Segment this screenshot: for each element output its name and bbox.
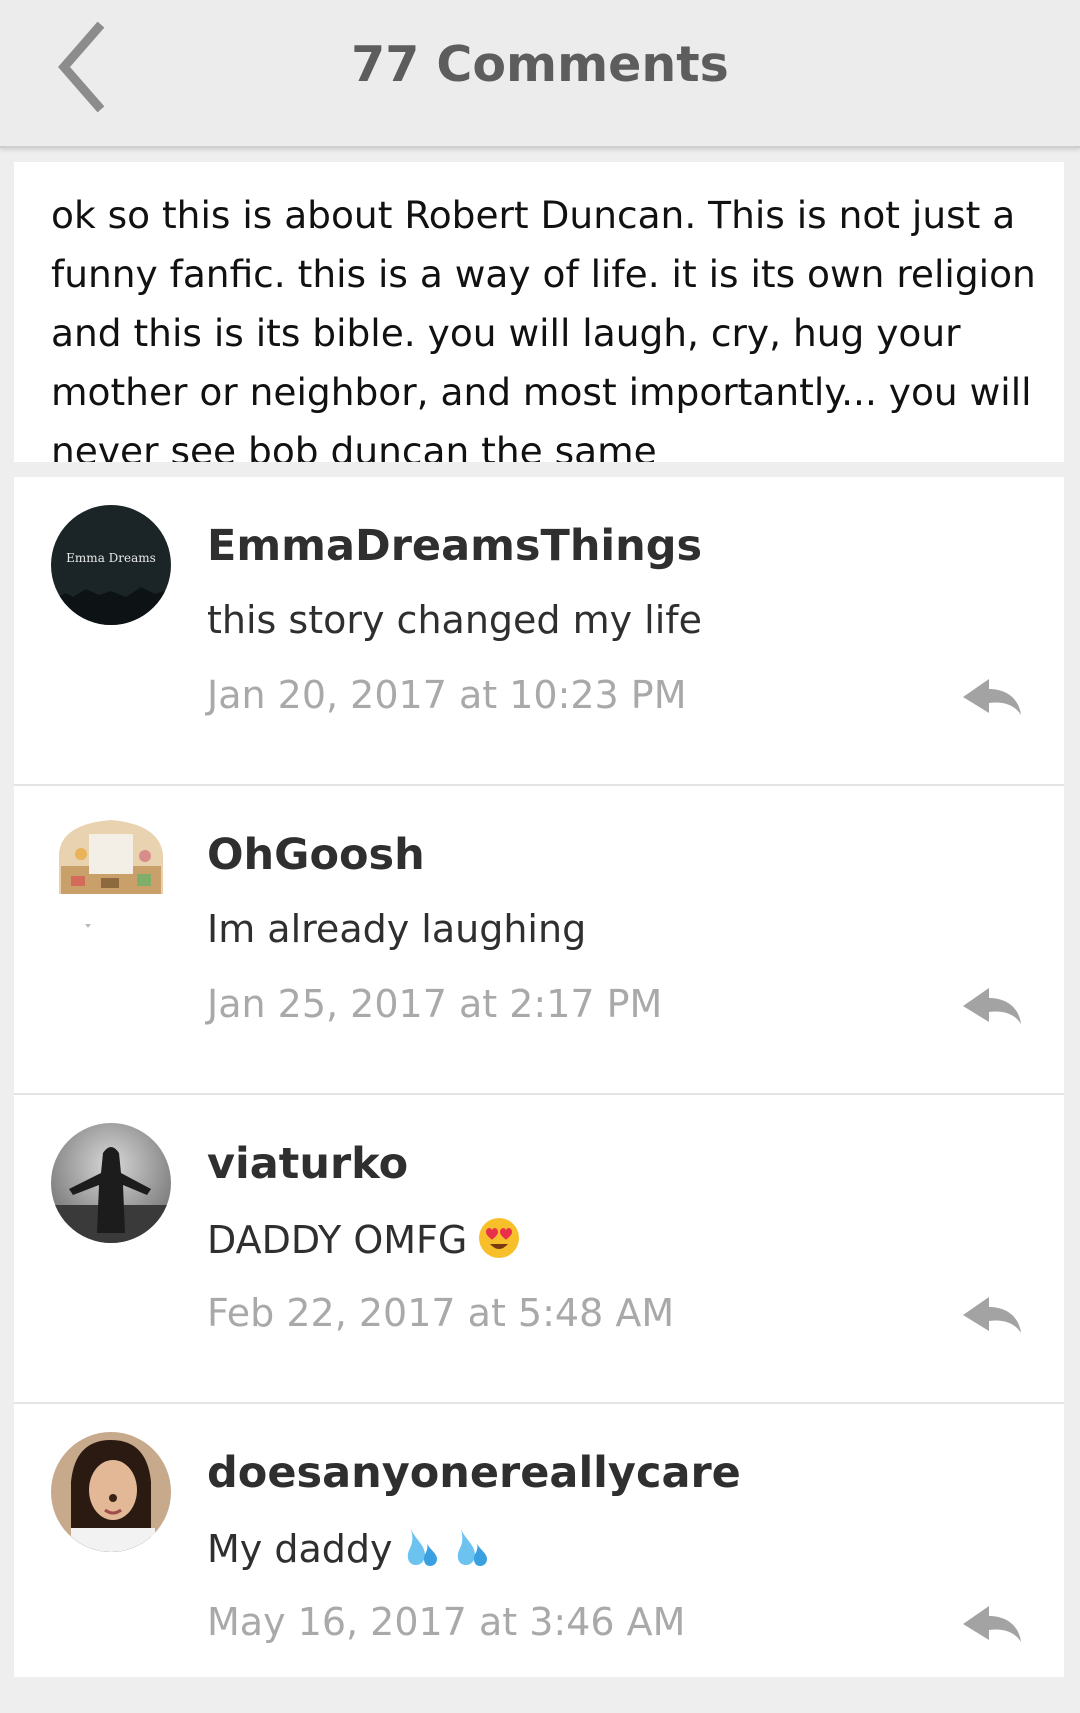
avatar-image-ohgoosh <box>51 814 171 934</box>
comment-text: My daddy <box>207 1525 493 1578</box>
comment-item: doesanyonereallycare My daddy May 16, 20… <box>14 1404 1064 1713</box>
avatar-image-doesanyonereallycare <box>51 1432 171 1552</box>
comment-username[interactable]: EmmaDreamsThings <box>207 521 702 571</box>
comment-username[interactable]: OhGoosh <box>207 830 425 880</box>
reply-button[interactable] <box>959 982 1025 1030</box>
avatar[interactable] <box>51 1123 171 1243</box>
comment-username[interactable]: viaturko <box>207 1139 408 1189</box>
comment-item: viaturko DADDY OMFG Feb 22, 2017 at 5:48… <box>14 1095 1064 1404</box>
reply-icon <box>963 1297 1021 1333</box>
avatar-image-viaturko <box>51 1123 171 1243</box>
page-title: 77 Comments <box>351 36 729 93</box>
comment-timestamp: Feb 22, 2017 at 5:48 AM <box>207 1291 675 1335</box>
comment-text: Im already laughing <box>207 907 586 951</box>
reply-button[interactable] <box>959 673 1025 721</box>
reply-icon <box>963 1606 1021 1642</box>
story-description-card: ok so this is about Robert Duncan. This … <box>14 162 1064 462</box>
avatar[interactable]: Emma Dreams <box>51 505 171 625</box>
reply-icon <box>963 988 1021 1024</box>
story-description: ok so this is about Robert Duncan. This … <box>51 193 1036 462</box>
reply-button[interactable] <box>959 1291 1025 1339</box>
heart-eyes-emoji <box>477 1216 521 1269</box>
comment-text: this story changed my life <box>207 598 702 642</box>
avatar[interactable] <box>51 814 171 934</box>
comment-text-content: DADDY OMFG <box>207 1218 468 1262</box>
reply-button[interactable] <box>959 1600 1025 1648</box>
avatar-image-emma-dreams: Emma Dreams <box>51 505 171 625</box>
app-bar: 77 Comments <box>0 0 1080 148</box>
comment-username[interactable]: doesanyonereallycare <box>207 1448 741 1498</box>
avatar[interactable] <box>51 1432 171 1552</box>
comment-text-content: Im already laughing <box>207 907 587 951</box>
comments-list: Emma Dreams EmmaDreamsThings this story … <box>14 477 1064 1677</box>
sweat-droplets-emoji <box>453 1525 493 1578</box>
comment-item: OhGoosh Im already laughing Jan 25, 2017… <box>14 786 1064 1095</box>
comment-text-content: this story changed my life <box>207 598 703 642</box>
comment-timestamp: May 16, 2017 at 3:46 AM <box>207 1600 686 1644</box>
comment-item: Emma Dreams EmmaDreamsThings this story … <box>14 477 1064 786</box>
comment-text: DADDY OMFG <box>207 1216 521 1269</box>
reply-icon <box>963 679 1021 715</box>
comment-text-content: My daddy <box>207 1527 393 1571</box>
avatar-text: Emma Dreams <box>66 551 156 565</box>
comment-timestamp: Jan 20, 2017 at 10:23 PM <box>207 673 687 717</box>
sweat-droplets-emoji <box>403 1525 443 1578</box>
comment-timestamp: Jan 25, 2017 at 2:17 PM <box>207 982 663 1026</box>
